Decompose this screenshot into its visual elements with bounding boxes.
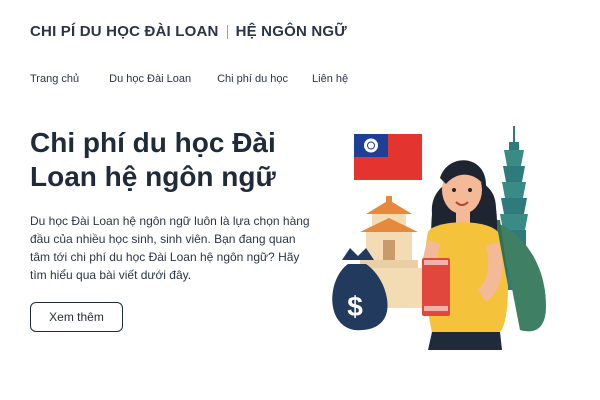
main-nav: Trang chủ Du học Đài Loan Chi phí du học… <box>30 73 348 85</box>
hero-title: Chi phí du học Đài Loan hệ ngôn ngữ <box>30 127 276 192</box>
hero-illustration: $ <box>332 126 546 350</box>
student-icon <box>421 160 508 350</box>
money-symbol: $ <box>347 291 363 322</box>
nav-item-contact[interactable]: Liên hệ <box>312 73 348 85</box>
hero-description: Du học Đài Loan hệ ngôn ngữ luôn là lựa … <box>30 214 310 282</box>
taiwan-flag-icon <box>354 134 422 180</box>
nav-item-costs[interactable]: Chi phí du học <box>217 73 288 85</box>
brand-title-sub: HỆ NGÔN NGỮ <box>235 22 347 40</box>
brand-title-main: CHI PÍ DU HỌC ĐÀI LOAN <box>30 22 219 40</box>
nav-item-study-taiwan[interactable]: Du học Đài Loan <box>109 73 191 85</box>
site-header: CHI PÍ DU HỌC ĐÀI LOAN HỆ NGÔN NGỮ <box>30 20 347 42</box>
nav-item-home[interactable]: Trang chủ <box>30 73 79 85</box>
brand-divider <box>226 24 228 39</box>
brand-title[interactable]: CHI PÍ DU HỌC ĐÀI LOAN HỆ NGÔN NGỮ <box>30 23 347 40</box>
read-more-button[interactable]: Xem thêm <box>30 302 123 332</box>
book-icon <box>422 258 450 316</box>
